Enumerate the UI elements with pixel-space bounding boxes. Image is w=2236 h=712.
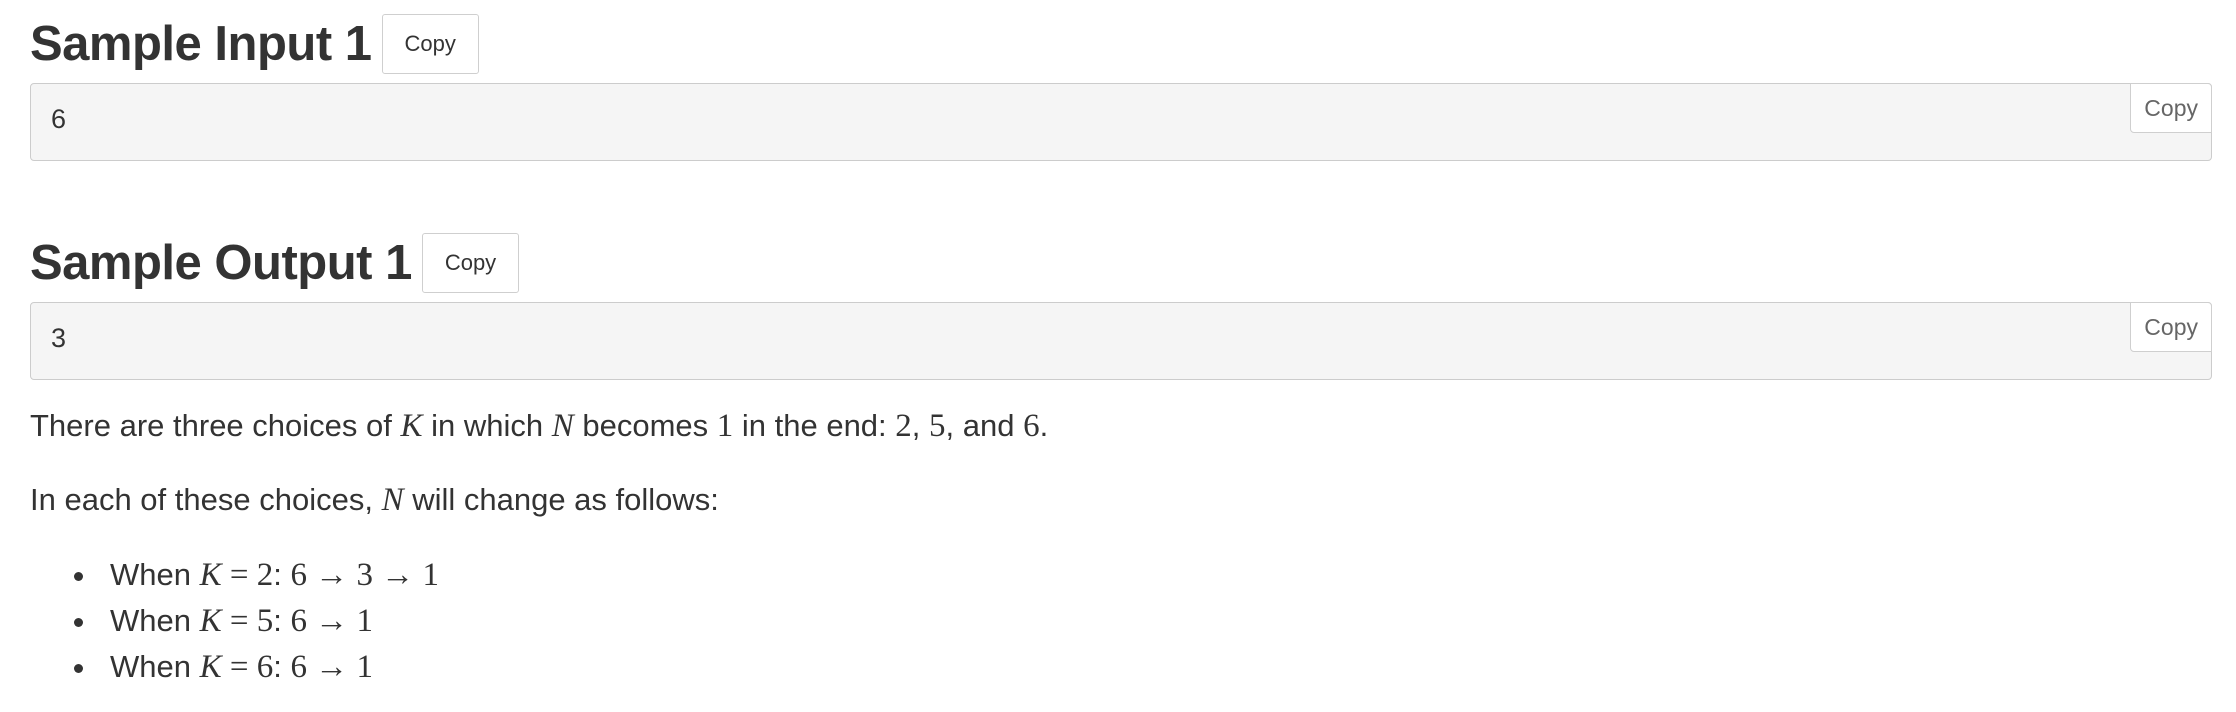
- math-variable: K: [199, 603, 222, 639]
- math-number: 6: [1023, 408, 1040, 444]
- bullet-icon: [74, 572, 83, 581]
- text-span: in the end:: [733, 408, 896, 443]
- text-span: ,: [911, 408, 930, 443]
- bullet-icon: [74, 618, 83, 627]
- math-variable: K: [400, 408, 423, 444]
- sample-output-copy-button[interactable]: Copy: [421, 233, 520, 293]
- explanation-bullet-list: When K = 2: 6 → 3 → 1 When K = 5: 6 → 1 …: [30, 552, 439, 690]
- text-span: will change as follows:: [403, 482, 719, 517]
- sample-input-title: Sample Input 1: [30, 17, 372, 71]
- list-item: When K = 2: 6 → 3 → 1: [30, 552, 439, 598]
- text-span: :: [273, 557, 291, 592]
- math-variable: N: [551, 408, 574, 444]
- math-number: 1: [716, 408, 734, 444]
- text-span: When: [110, 649, 200, 684]
- text-span: When: [110, 557, 200, 592]
- math-sequence: 6 → 1: [290, 603, 373, 639]
- sample-output-title: Sample Output 1: [30, 236, 412, 290]
- math-number: 5: [929, 408, 946, 444]
- sample-output-box-copy-button[interactable]: Copy: [2130, 302, 2212, 352]
- math-equation: = 2: [221, 557, 274, 593]
- list-item: When K = 5: 6 → 1: [30, 598, 439, 644]
- sample-input-box-copy-button[interactable]: Copy: [2130, 83, 2212, 133]
- sample-input-heading-row: Sample Input 1 Copy: [30, 14, 2212, 74]
- text-span: :: [273, 603, 291, 638]
- text-span: There are three choices of: [30, 408, 401, 443]
- text-span: becomes: [573, 408, 717, 443]
- math-variable: K: [199, 649, 222, 685]
- math-variable: K: [199, 557, 222, 593]
- math-number: 2: [895, 408, 912, 444]
- math-sequence: 6 → 3 → 1: [290, 557, 439, 593]
- math-equation: = 5: [221, 603, 274, 639]
- text-span: When: [110, 603, 200, 638]
- sample-input-content: 6: [51, 104, 67, 134]
- list-item: When K = 6: 6 → 1: [30, 644, 439, 690]
- explanation-paragraph-2: In each of these choices, N will change …: [30, 482, 719, 519]
- sample-input-section: Sample Input 1 Copy 6 Copy: [30, 14, 2212, 161]
- math-variable: N: [381, 482, 404, 518]
- math-equation: = 6: [221, 649, 274, 685]
- text-span: :: [273, 649, 291, 684]
- sample-output-heading-row: Sample Output 1 Copy: [30, 233, 2212, 293]
- sample-input-copy-button[interactable]: Copy: [381, 14, 479, 74]
- explanation-paragraph-1: There are three choices of K in which N …: [30, 408, 1048, 445]
- text-span: , and: [945, 408, 1024, 443]
- bullet-icon: [74, 664, 83, 673]
- text-span: In each of these choices,: [30, 482, 382, 517]
- sample-output-section: Sample Output 1 Copy 3 Copy: [30, 233, 2212, 380]
- sample-input-box: 6 Copy: [30, 83, 2212, 161]
- math-sequence: 6 → 1: [290, 649, 373, 685]
- sample-output-box: 3 Copy: [30, 302, 2212, 380]
- sample-output-content: 3: [51, 323, 67, 353]
- text-span: in which: [422, 408, 552, 443]
- text-span: .: [1039, 408, 1049, 443]
